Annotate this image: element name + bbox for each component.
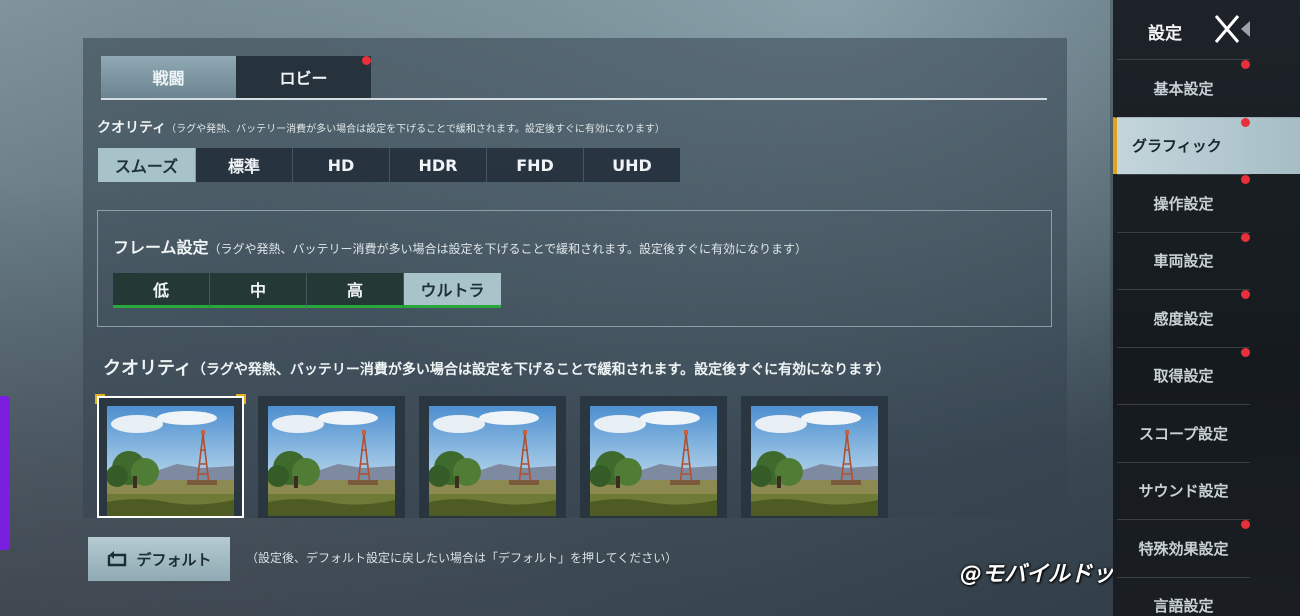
quality-option-uhd[interactable]: UHD <box>584 148 680 182</box>
sidebar-title: 設定 <box>1148 24 1182 44</box>
style-thumbnail[interactable] <box>580 396 727 518</box>
sidebar-item-label: グラフィック <box>1132 137 1222 155</box>
tab-bar: 戦闘 ロビー <box>101 56 371 98</box>
style-thumbnail[interactable] <box>95 394 246 518</box>
style-thumbnails <box>95 394 888 518</box>
quality-section-title: クオリティ（ラグや発熱、バッテリー消費が多い場合は設定を下げることで緩和されます… <box>97 120 665 136</box>
notification-dot <box>1241 60 1250 69</box>
sidebar-item-basic[interactable]: 基本設定 <box>1117 59 1250 116</box>
reset-icon <box>108 551 127 567</box>
tab-underline <box>101 98 1047 100</box>
sidebar-item-sensitivity[interactable]: 感度設定 <box>1117 289 1250 346</box>
style-preview-image <box>268 406 395 516</box>
quality-selector: スムーズ 標準 HD HDR FHD UHD <box>98 148 680 182</box>
quality-option-standard[interactable]: 標準 <box>196 148 293 182</box>
selection-corner <box>95 394 105 404</box>
default-hint: （設定後、デフォルト設定に戻したい場合は「デフォルト」を押してください） <box>246 551 678 565</box>
sidebar-item-label: 車両設定 <box>1153 252 1214 270</box>
style-thumbnail[interactable] <box>419 396 566 518</box>
frame-option-ultra[interactable]: ウルトラ <box>404 273 501 308</box>
notification-dot <box>1241 290 1250 299</box>
frame-option-low[interactable]: 低 <box>113 273 210 308</box>
quality-option-hdr[interactable]: HDR <box>390 148 487 182</box>
style-thumbnail[interactable] <box>258 396 405 518</box>
sidebar-item-effects[interactable]: 特殊効果設定 <box>1117 519 1250 576</box>
tab-lobby[interactable]: ロビー <box>236 56 371 98</box>
notification-dot <box>362 56 371 65</box>
sidebar-item-label: 特殊効果設定 <box>1138 539 1229 558</box>
style-preview-image <box>107 406 234 516</box>
settings-sidebar: 設定 基本設定グラフィック操作設定車両設定感度設定取得設定スコープ設定 サウンド設… <box>1113 0 1300 616</box>
notification-dot <box>1241 520 1250 529</box>
frame-option-medium[interactable]: 中 <box>210 273 307 308</box>
sidebar-item-controls[interactable]: 操作設定 <box>1117 174 1250 231</box>
selection-corner <box>236 394 246 404</box>
notification-dot <box>1241 347 1250 357</box>
quality-option-fhd[interactable]: FHD <box>487 148 584 182</box>
sidebar-item-label: 取得設定 <box>1153 367 1214 385</box>
sidebar-item-sound[interactable]: サウンド設定 <box>1117 461 1250 519</box>
tab-combat[interactable]: 戦闘 <box>101 56 236 98</box>
style-preview-image <box>429 406 556 516</box>
sidebar-item-label: スコープ設定 <box>1138 424 1229 443</box>
frame-section-title: フレーム設定（ラグや発熱、バッテリー消費が多い場合は設定を下げることで緩和されま… <box>113 238 807 257</box>
close-icon[interactable] <box>1212 12 1254 46</box>
frame-option-high[interactable]: 高 <box>307 273 404 308</box>
sidebar-item-pickup[interactable]: 取得設定 <box>1117 346 1250 404</box>
sidebar-item-vehicle[interactable]: 車両設定 <box>1117 231 1250 289</box>
frame-selector: 低 中 高 ウルトラ <box>113 273 501 308</box>
frame-settings-box: フレーム設定（ラグや発熱、バッテリー消費が多い場合は設定を下げることで緩和されま… <box>97 210 1052 327</box>
sidebar-item-label: 言語設定 <box>1153 597 1214 615</box>
notification-dot <box>1241 232 1250 242</box>
sidebar-item-graphics[interactable]: グラフィック <box>1113 116 1300 174</box>
notification-dot <box>1241 117 1250 127</box>
graphics-panel: 戦闘 ロビー クオリティ（ラグや発熱、バッテリー消費が多い場合は設定を下げること… <box>83 38 1067 518</box>
style-preview-image <box>590 406 717 516</box>
sidebar-item-label: 基本設定 <box>1153 79 1214 98</box>
sidebar-item-label: 操作設定 <box>1153 194 1214 213</box>
style-section-title: クオリティ（ラグや発熱、バッテリー消費が多い場合は設定を下げることで緩和されます… <box>103 358 891 379</box>
edge-indicator <box>0 396 10 550</box>
quality-option-hd[interactable]: HD <box>293 148 390 182</box>
sidebar-header: 設定 <box>1113 0 1300 58</box>
style-thumbnail[interactable] <box>741 396 888 518</box>
default-button[interactable]: デフォルト <box>88 537 230 581</box>
sidebar-item-scope[interactable]: スコープ設定 <box>1117 404 1250 461</box>
notification-dot <box>1241 175 1250 184</box>
sidebar-item-language[interactable]: 言語設定 <box>1117 576 1250 616</box>
sidebar-item-label: サウンド設定 <box>1138 482 1229 500</box>
style-preview-image <box>751 406 878 516</box>
quality-option-smooth[interactable]: スムーズ <box>98 148 196 182</box>
sidebar-item-label: 感度設定 <box>1153 309 1214 328</box>
